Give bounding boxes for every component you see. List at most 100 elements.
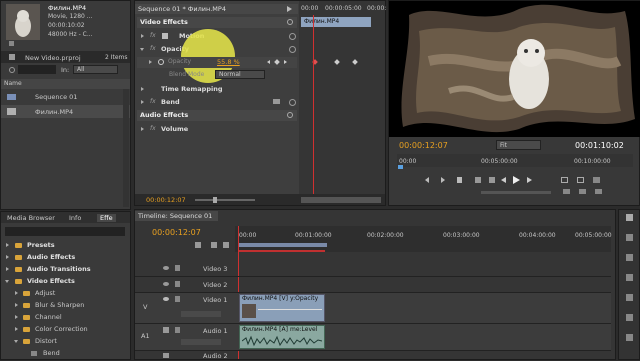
loop-icon[interactable] bbox=[561, 177, 568, 183]
timeline-tab[interactable]: Timeline: Sequence 01 bbox=[135, 211, 218, 221]
search-icon[interactable] bbox=[9, 67, 15, 73]
video-clip[interactable]: Филин.MP4 [V] y:Opacity bbox=[239, 294, 325, 322]
reset-opacity-icon[interactable] bbox=[289, 46, 296, 53]
v-target-label[interactable]: V bbox=[143, 303, 147, 311]
ec-zoom-handle[interactable] bbox=[213, 197, 217, 203]
collapse-icon[interactable] bbox=[5, 280, 9, 283]
mark-in-icon[interactable] bbox=[425, 177, 429, 183]
expand-icon[interactable] bbox=[15, 303, 18, 307]
eye-icon[interactable] bbox=[163, 282, 169, 286]
slip-tool-icon[interactable] bbox=[626, 294, 633, 301]
expand-icon[interactable] bbox=[15, 327, 18, 331]
effects-search-input[interactable] bbox=[5, 227, 125, 236]
expand-icon[interactable] bbox=[6, 243, 9, 247]
expand-motion-icon[interactable] bbox=[141, 34, 144, 38]
tree-item-blur-sharpen[interactable]: Blur & Sharpen bbox=[3, 300, 127, 311]
expand-icon[interactable] bbox=[15, 315, 18, 319]
tree-item-audio-transitions[interactable]: Audio Transitions bbox=[3, 264, 127, 275]
project-item-clip[interactable]: Филин.MP4 bbox=[1, 105, 130, 118]
program-playhead-marker[interactable] bbox=[398, 165, 403, 169]
in-select[interactable]: All bbox=[73, 65, 118, 74]
timeline-ruler[interactable] bbox=[235, 226, 611, 252]
tab-info[interactable]: Info bbox=[69, 214, 81, 222]
marker-icon[interactable] bbox=[211, 242, 217, 248]
tree-item-video-effects[interactable]: Video Effects bbox=[3, 276, 127, 287]
lock-icon[interactable] bbox=[175, 265, 180, 271]
pen-tool-icon[interactable] bbox=[626, 314, 633, 321]
tab-media-browser[interactable]: Media Browser bbox=[7, 214, 55, 222]
speaker-icon[interactable] bbox=[163, 353, 169, 358]
tree-item-audio-effects[interactable]: Audio Effects bbox=[3, 252, 127, 263]
reset-motion-icon[interactable] bbox=[289, 33, 296, 40]
opacity-value[interactable]: 55.8 % bbox=[217, 58, 240, 66]
lock-icon[interactable] bbox=[175, 296, 180, 302]
lock-icon[interactable] bbox=[175, 327, 180, 333]
expand-icon[interactable] bbox=[6, 255, 9, 259]
effect-controls-tab[interactable]: Sequence 01 * Филин.MP4 bbox=[135, 4, 298, 14]
collapse-icon[interactable] bbox=[287, 19, 293, 25]
track-select-tool-icon[interactable] bbox=[626, 234, 633, 241]
collapse-icon[interactable] bbox=[14, 340, 18, 343]
trim-icon[interactable] bbox=[595, 189, 602, 194]
ec-current-time[interactable]: 00:00:12:07 bbox=[146, 196, 186, 204]
expand-bend-icon[interactable] bbox=[141, 100, 144, 104]
opacity-rubberband[interactable] bbox=[258, 309, 322, 310]
tree-item-presets[interactable]: Presets bbox=[3, 240, 127, 251]
name-column-header[interactable]: Name bbox=[1, 79, 130, 89]
effect-row-volume[interactable]: fx Volume bbox=[137, 124, 297, 135]
eye-icon[interactable] bbox=[163, 266, 169, 270]
project-scrollbar[interactable] bbox=[123, 89, 129, 207]
play-button[interactable] bbox=[513, 176, 520, 184]
go-to-out-icon[interactable] bbox=[489, 177, 495, 183]
expand-icon[interactable] bbox=[15, 291, 18, 295]
ec-playhead[interactable] bbox=[313, 15, 314, 201]
hand-tool-icon[interactable] bbox=[626, 334, 633, 341]
stopwatch-icon[interactable] bbox=[158, 59, 164, 65]
expand-time-remapping-icon[interactable] bbox=[141, 87, 144, 91]
program-current-time[interactable]: 00:00:12:07 bbox=[399, 141, 448, 150]
expand-icon[interactable] bbox=[6, 267, 9, 271]
tree-item-color-correction[interactable]: Color Correction bbox=[3, 324, 127, 335]
next-keyframe-icon[interactable] bbox=[284, 60, 287, 64]
ec-clip-bar[interactable]: Филин.MP4 bbox=[301, 17, 371, 27]
ripple-edit-tool-icon[interactable] bbox=[626, 254, 633, 261]
search-input[interactable] bbox=[18, 65, 56, 74]
selection-tool-icon[interactable] bbox=[626, 214, 633, 221]
expand-opacity-param-icon[interactable] bbox=[149, 60, 152, 64]
collapse-audio-icon[interactable] bbox=[287, 112, 293, 118]
play-thumbnail-icon[interactable] bbox=[9, 41, 14, 46]
lock-icon[interactable] bbox=[175, 281, 180, 287]
snap-icon[interactable] bbox=[195, 242, 201, 248]
reset-bend-icon[interactable] bbox=[289, 99, 296, 106]
lift-icon[interactable] bbox=[563, 189, 570, 194]
work-area-bar[interactable] bbox=[239, 243, 327, 247]
tree-item-channel[interactable]: Channel bbox=[3, 312, 127, 323]
step-forward-icon[interactable] bbox=[527, 177, 532, 183]
keyframe-nav-icon[interactable] bbox=[181, 339, 221, 345]
tab-effects[interactable]: Effe bbox=[97, 214, 116, 222]
mark-out-icon[interactable] bbox=[441, 177, 445, 183]
tree-item-bend[interactable]: Bend bbox=[3, 348, 127, 359]
project-item-sequence[interactable]: Sequence 01 bbox=[1, 91, 130, 103]
play-icon[interactable] bbox=[287, 6, 292, 12]
safe-margins-icon[interactable] bbox=[577, 177, 584, 183]
go-to-in-icon[interactable] bbox=[475, 177, 481, 183]
eye-icon[interactable] bbox=[163, 297, 169, 301]
razor-tool-icon[interactable] bbox=[626, 274, 633, 281]
add-keyframe-icon[interactable] bbox=[274, 59, 280, 65]
tree-item-distort[interactable]: Distort bbox=[3, 336, 127, 347]
ec-zoom-slider[interactable] bbox=[195, 199, 255, 201]
blend-mode-select[interactable]: Normal bbox=[215, 70, 265, 79]
ec-scroll-bar[interactable] bbox=[301, 197, 381, 203]
fit-select[interactable]: Fit bbox=[496, 140, 541, 150]
linked-selection-icon[interactable] bbox=[223, 242, 229, 248]
keyframe-nav-icon[interactable] bbox=[181, 311, 221, 317]
step-back-icon[interactable] bbox=[501, 177, 506, 183]
timeline-current-time[interactable]: 00:00:12:07 bbox=[152, 228, 201, 237]
audio-clip[interactable]: Филин.MP4 [A] me:Level bbox=[239, 325, 325, 349]
jog-shuttle[interactable] bbox=[481, 191, 551, 194]
tree-item-adjust[interactable]: Adjust bbox=[3, 288, 127, 299]
effect-row-time-remapping[interactable]: Time Remapping bbox=[137, 84, 297, 95]
effect-row-bend[interactable]: fx Bend bbox=[137, 97, 297, 108]
expand-volume-icon[interactable] bbox=[141, 127, 144, 131]
